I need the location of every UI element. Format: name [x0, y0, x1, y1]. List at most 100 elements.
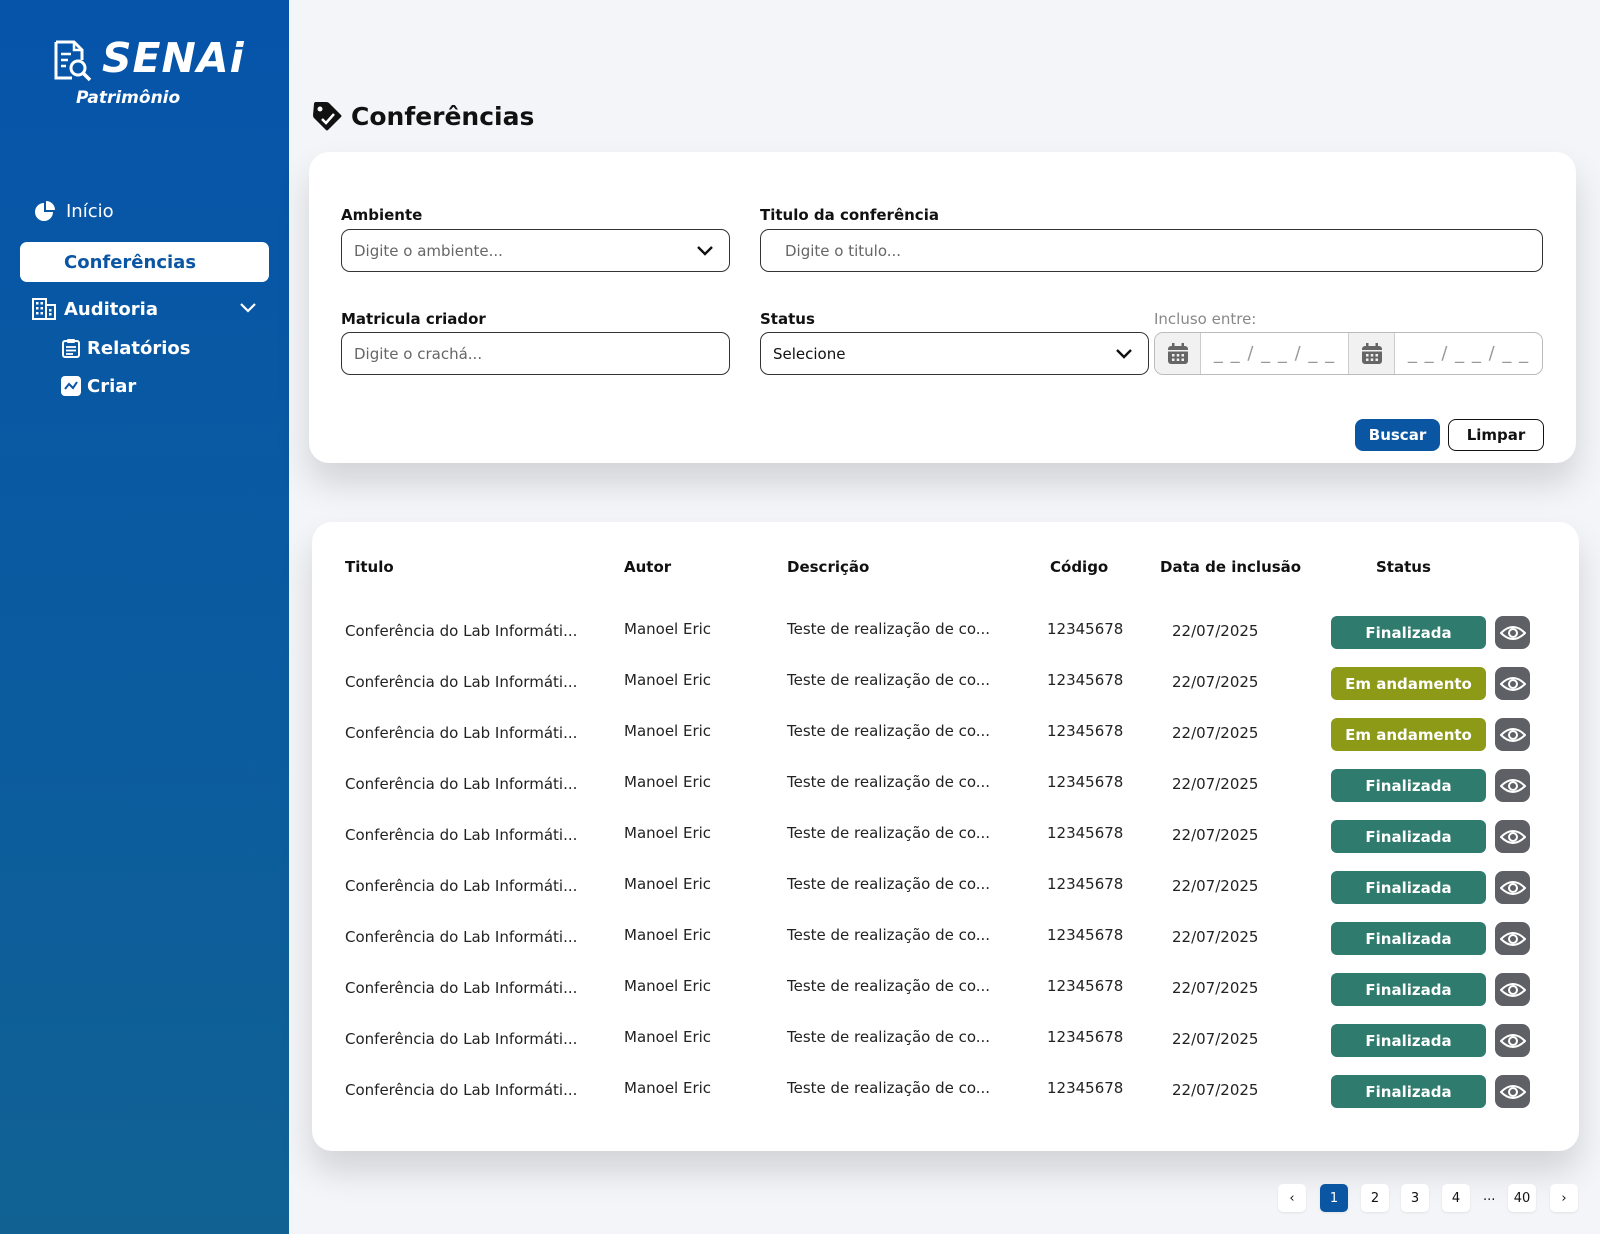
eye-icon — [1499, 1084, 1526, 1099]
cell-data: 22/07/2025 — [1172, 928, 1259, 946]
pagination-prev-button[interactable]: ‹ — [1278, 1184, 1306, 1212]
status-badge: Finalizada — [1331, 973, 1486, 1006]
view-button[interactable] — [1495, 871, 1530, 904]
cell-data: 22/07/2025 — [1172, 673, 1259, 691]
status-badge: Finalizada — [1331, 820, 1486, 853]
column-header-status: Status — [1376, 558, 1431, 576]
sidebar-item-criar[interactable]: Criar — [61, 373, 136, 399]
cell-codigo: 12345678 — [1047, 773, 1124, 791]
status-badge: Finalizada — [1331, 871, 1486, 904]
eye-icon — [1499, 829, 1526, 844]
date-end-input[interactable]: _ _ / _ _ / _ _ — [1395, 333, 1542, 374]
tag-icon — [313, 102, 342, 131]
pagination-page-2[interactable]: 2 — [1361, 1184, 1389, 1212]
sidebar-item-conferencias[interactable]: Conferências — [20, 242, 269, 282]
cell-codigo: 12345678 — [1047, 671, 1124, 689]
cell-descricao: Teste de realização de co... — [787, 1079, 991, 1097]
column-header-titulo: Titulo — [345, 558, 394, 576]
sidebar-item-label: Conferências — [64, 251, 197, 273]
view-button[interactable] — [1495, 973, 1530, 1006]
sidebar-item-auditoria[interactable]: Auditoria — [32, 296, 258, 322]
cell-descricao: Teste de realização de co... — [787, 620, 991, 638]
matricula-placeholder: Digite o crachá... — [354, 344, 483, 363]
cell-titulo: Conferência do Lab Informáti... — [345, 979, 578, 997]
ambiente-placeholder: Digite o ambiente... — [354, 241, 503, 260]
status-badge: Em andamento — [1331, 667, 1486, 700]
cell-autor: Manoel Eric — [624, 926, 712, 944]
pagination-page-last[interactable]: 40 — [1508, 1184, 1536, 1212]
ambiente-select[interactable]: Digite o ambiente... — [341, 229, 730, 272]
table-row: Conferência do Lab Informáti... Manoel Er… — [312, 920, 1579, 956]
limpar-button[interactable]: Limpar — [1448, 419, 1544, 451]
sidebar: SENAi Patrimônio Início Conferências Aud… — [0, 0, 289, 1234]
table-row: Conferência do Lab Informáti... Manoel Er… — [312, 767, 1579, 803]
view-button[interactable] — [1495, 667, 1530, 700]
table-row: Conferência do Lab Informáti... Manoel Er… — [312, 869, 1579, 905]
status-badge: Em andamento — [1331, 718, 1486, 751]
view-button[interactable] — [1495, 1075, 1530, 1108]
view-button[interactable] — [1495, 718, 1530, 751]
titulo-label: Titulo da conferência — [760, 206, 939, 224]
cell-data: 22/07/2025 — [1172, 724, 1259, 742]
cell-codigo: 12345678 — [1047, 620, 1124, 638]
view-button[interactable] — [1495, 769, 1530, 802]
date-start-input[interactable]: _ _ / _ _ / _ _ — [1201, 333, 1349, 374]
status-badge: Finalizada — [1331, 1075, 1486, 1108]
eye-icon — [1499, 727, 1526, 742]
pagination-page-3[interactable]: 3 — [1401, 1184, 1429, 1212]
view-button[interactable] — [1495, 922, 1530, 955]
cell-descricao: Teste de realização de co... — [787, 773, 991, 791]
cell-autor: Manoel Eric — [624, 1028, 712, 1046]
status-badge: Finalizada — [1331, 769, 1486, 802]
calendar-start-button[interactable] — [1155, 333, 1201, 374]
document-search-icon — [54, 40, 92, 82]
pagination-next-button[interactable]: › — [1550, 1184, 1578, 1212]
sidebar-item-label: Criar — [87, 375, 137, 397]
cell-data: 22/07/2025 — [1172, 1030, 1259, 1048]
filter-panel: Ambiente Digite o ambiente... Titulo da … — [309, 152, 1576, 463]
matricula-input[interactable]: Digite o crachá... — [341, 332, 730, 375]
clipboard-icon — [62, 339, 80, 358]
view-button[interactable] — [1495, 616, 1530, 649]
pagination-page-1[interactable]: 1 — [1320, 1184, 1348, 1212]
column-header-codigo: Código — [1050, 558, 1109, 576]
cell-codigo: 12345678 — [1047, 722, 1124, 740]
sidebar-item-inicio[interactable]: Início — [34, 199, 114, 223]
cell-codigo: 12345678 — [1047, 875, 1124, 893]
titulo-input[interactable]: Digite o titulo... — [760, 229, 1543, 272]
pagination-page-4[interactable]: 4 — [1442, 1184, 1470, 1212]
calendar-end-button[interactable] — [1349, 333, 1395, 374]
status-select[interactable]: Selecione — [760, 332, 1149, 375]
status-badge: Finalizada — [1331, 1024, 1486, 1057]
table-row: Conferência do Lab Informáti... Manoel Er… — [312, 1073, 1579, 1109]
eye-icon — [1499, 625, 1526, 640]
calendar-icon — [1167, 342, 1188, 364]
view-button[interactable] — [1495, 820, 1530, 853]
table-row: Conferência do Lab Informáti... Manoel Er… — [312, 971, 1579, 1007]
view-button[interactable] — [1495, 1024, 1530, 1057]
cell-autor: Manoel Eric — [624, 671, 712, 689]
cell-titulo: Conferência do Lab Informáti... — [345, 877, 578, 895]
cell-descricao: Teste de realização de co... — [787, 1028, 991, 1046]
eye-icon — [1499, 982, 1526, 997]
cell-titulo: Conferência do Lab Informáti... — [345, 622, 578, 640]
table-row: Conferência do Lab Informáti... Manoel Er… — [312, 665, 1579, 701]
buscar-button[interactable]: Buscar — [1355, 419, 1440, 451]
cell-data: 22/07/2025 — [1172, 1081, 1259, 1099]
eye-icon — [1499, 1033, 1526, 1048]
table-row: Conferência do Lab Informáti... Manoel Er… — [312, 818, 1579, 854]
sidebar-item-label: Relatórios — [87, 337, 191, 359]
brand-subtitle: Patrimônio — [76, 88, 181, 108]
cell-descricao: Teste de realização de co... — [787, 671, 991, 689]
cell-data: 22/07/2025 — [1172, 775, 1259, 793]
status-badge: Finalizada — [1331, 616, 1486, 649]
sidebar-item-relatorios[interactable]: Relatórios — [61, 335, 190, 361]
page-header: Conferências — [311, 100, 534, 132]
calendar-icon — [1361, 342, 1382, 364]
results-table: Titulo Autor Descrição Código Data de in… — [312, 522, 1579, 1151]
cell-descricao: Teste de realização de co... — [787, 977, 991, 995]
cell-data: 22/07/2025 — [1172, 622, 1259, 640]
senai-logo: SENAi Patrimônio — [52, 34, 252, 118]
chevron-down-icon[interactable] — [238, 298, 258, 318]
table-row: Conferência do Lab Informáti... Manoel Er… — [312, 1022, 1579, 1058]
